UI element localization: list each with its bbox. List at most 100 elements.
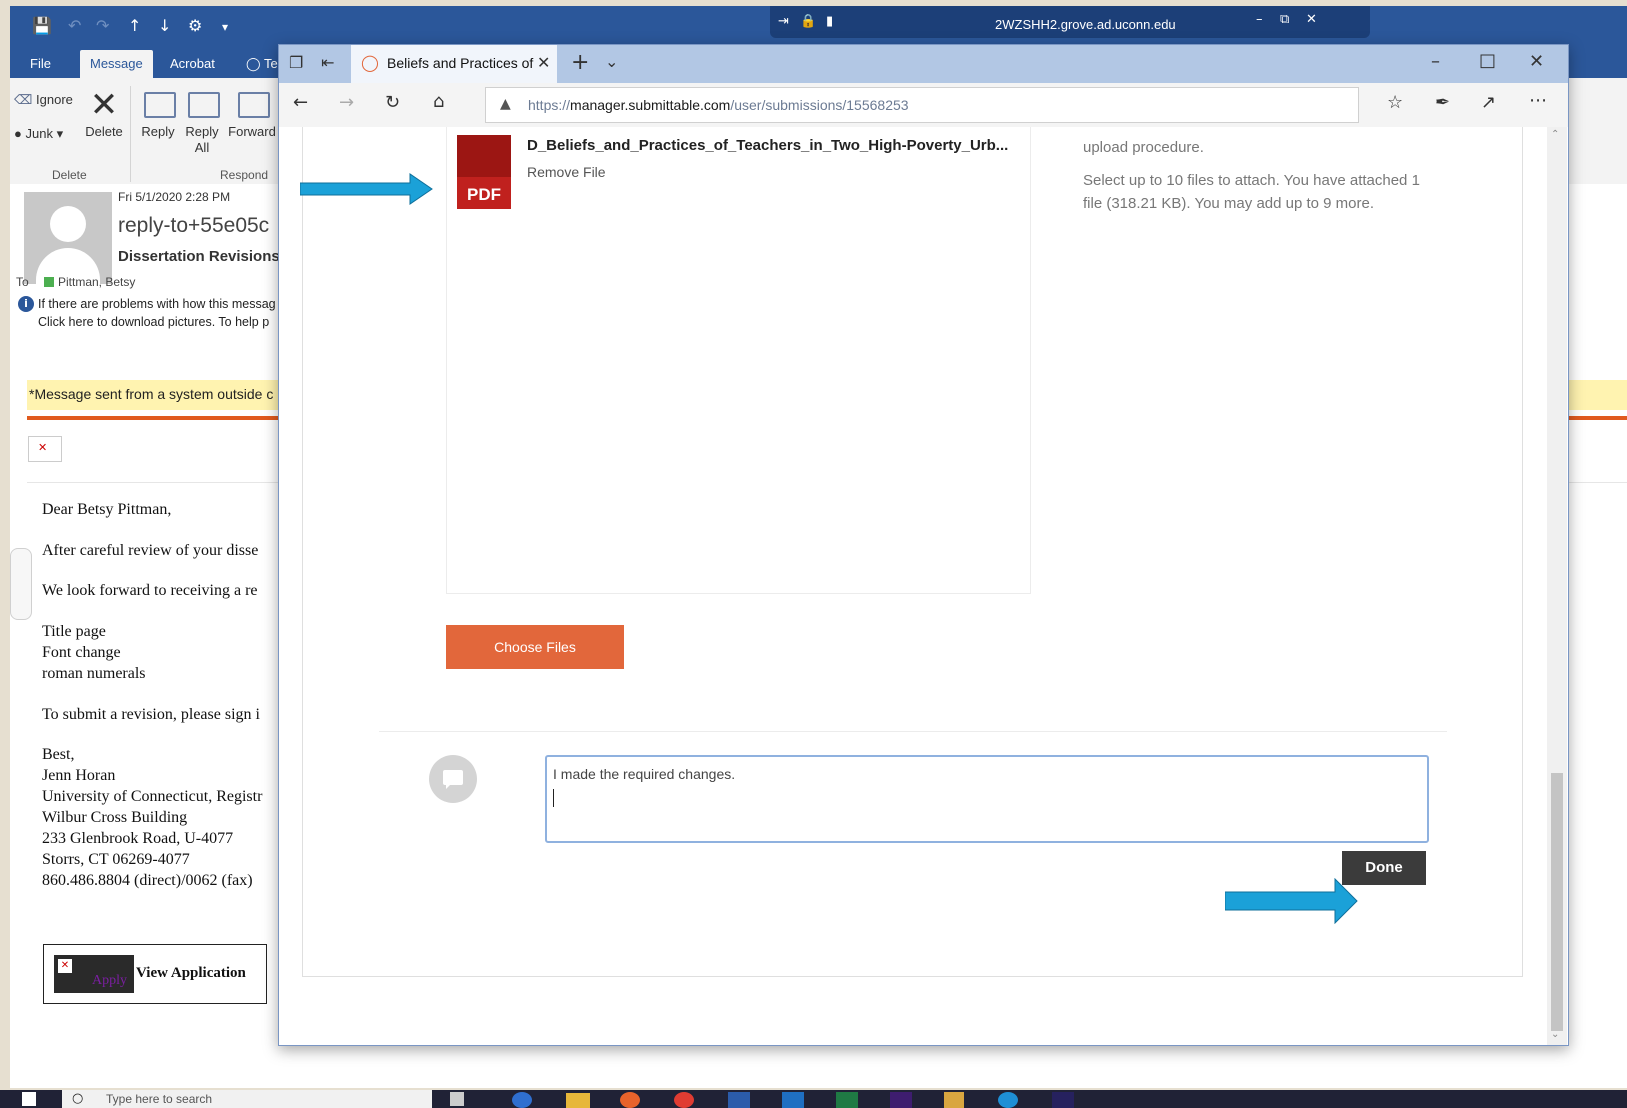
- reply-all-label: Reply: [185, 124, 219, 139]
- junk-icon: ●: [14, 126, 22, 141]
- info-bar-line-1[interactable]: If there are problems with how this mess…: [38, 297, 276, 311]
- file-explorer-icon[interactable]: [566, 1093, 590, 1108]
- lock-icon: 🔒: [800, 14, 817, 29]
- share-icon[interactable]: ↗: [1481, 92, 1496, 113]
- pane-splitter-handle[interactable]: [10, 548, 32, 620]
- people-icon[interactable]: ⚙: [188, 16, 202, 35]
- close-window-icon[interactable]: ✕: [1529, 51, 1544, 72]
- back-icon[interactable]: ←: [293, 92, 308, 113]
- uploaded-file-name: D_Beliefs_and_Practices_of_Teachers_in_T…: [527, 137, 1009, 154]
- premiere-rush-icon[interactable]: [1052, 1092, 1074, 1108]
- skype-icon[interactable]: [998, 1092, 1018, 1108]
- reply-all-label-2: All: [194, 140, 210, 155]
- scrollbar-thumb[interactable]: [1551, 773, 1563, 1031]
- customize-icon[interactable]: ▾: [222, 20, 228, 34]
- pen-icon[interactable]: ✒: [1435, 92, 1450, 113]
- tab-tell-me[interactable]: ◯ Te: [246, 56, 278, 72]
- text-cursor: [553, 789, 554, 807]
- page-content: PDF D_Beliefs_and_Practices_of_Teachers_…: [279, 127, 1568, 1045]
- redo-icon[interactable]: ↷: [96, 16, 109, 35]
- view-application-link[interactable]: ✕ Apply View Application: [43, 944, 267, 1004]
- windows-start-icon[interactable]: [22, 1092, 36, 1106]
- group-label-delete: Delete: [52, 168, 87, 182]
- chrome-icon[interactable]: [674, 1092, 694, 1108]
- url-path: /user/submissions/15568253: [730, 97, 909, 113]
- outlook-icon[interactable]: [782, 1092, 804, 1108]
- close-icon[interactable]: ✕: [1306, 12, 1317, 27]
- recipient-name[interactable]: Pittman, Betsy: [58, 275, 135, 289]
- address-bar[interactable]: ▲ https://manager.submittable.com/user/s…: [485, 87, 1359, 123]
- body-line: Font change: [42, 644, 121, 661]
- tab-actions-icon[interactable]: ❐: [289, 53, 303, 72]
- edge-icon[interactable]: [512, 1092, 532, 1108]
- ignore-icon: ⌫: [14, 92, 33, 107]
- tab-message[interactable]: Message: [80, 50, 153, 79]
- reply-all-button[interactable]: Reply All: [182, 86, 222, 156]
- taskbar-search[interactable]: ○ Type here to search: [62, 1090, 432, 1108]
- save-icon[interactable]: 💾: [32, 16, 52, 35]
- pin-icon[interactable]: ⇥: [778, 14, 789, 29]
- choose-files-button[interactable]: Choose Files: [446, 625, 624, 669]
- scroll-up-icon[interactable]: ⌃: [1551, 129, 1559, 140]
- ignore-button[interactable]: ⌫ Ignore: [14, 92, 73, 108]
- close-tab-icon[interactable]: ✕: [537, 53, 550, 72]
- banner-text: *Message sent from a system outside c: [29, 386, 274, 402]
- browser-tab[interactable]: ◯ Beliefs and Practices of ✕: [351, 45, 557, 83]
- info-icon: i: [18, 296, 34, 312]
- divider: [379, 731, 1447, 732]
- reply-button[interactable]: Reply: [138, 86, 178, 140]
- premiere-icon[interactable]: [890, 1092, 912, 1108]
- tab-title: Beliefs and Practices of: [387, 55, 534, 71]
- tab-file[interactable]: File: [30, 56, 51, 71]
- body-line: Title page: [42, 623, 106, 640]
- task-view-icon[interactable]: [450, 1092, 464, 1106]
- word-icon[interactable]: [728, 1092, 750, 1108]
- firefox-icon[interactable]: [620, 1092, 640, 1108]
- delete-button[interactable]: ✕ Delete: [84, 86, 124, 140]
- signal-icon: ▮: [826, 14, 834, 29]
- undo-icon[interactable]: ↶: [68, 16, 81, 35]
- more-icon[interactable]: ⋯: [1529, 90, 1547, 111]
- body-line: Wilbur Cross Building: [42, 809, 188, 826]
- scrollbar[interactable]: ⌃ ⌄: [1547, 127, 1567, 1045]
- junk-button[interactable]: ● Junk ▾: [14, 126, 63, 142]
- forward-button[interactable]: Forward: [226, 86, 278, 140]
- lightbulb-icon: ◯: [246, 56, 261, 71]
- search-icon: ○: [72, 1091, 84, 1106]
- home-icon[interactable]: ⌂: [433, 91, 444, 112]
- body-line: roman numerals: [42, 665, 146, 682]
- remove-file-link[interactable]: Remove File: [527, 164, 606, 180]
- browser-toolbar: ← → ↻ ⌂ ▲ https://manager.submittable.co…: [279, 83, 1568, 128]
- message-subject: Dissertation Revisions: [118, 248, 280, 265]
- group-label-respond: Respond: [220, 168, 269, 182]
- to-label: To: [16, 275, 29, 289]
- comment-icon: [429, 755, 477, 803]
- down-arrow-icon[interactable]: ↓: [158, 16, 171, 35]
- annotation-arrow-icon: [300, 173, 433, 205]
- body-line: Best,: [42, 746, 75, 763]
- scroll-down-icon[interactable]: ⌄: [1551, 1029, 1559, 1040]
- favorites-icon[interactable]: ☆: [1387, 92, 1403, 113]
- forward-icon[interactable]: →: [339, 92, 354, 113]
- up-arrow-icon[interactable]: ↑: [128, 16, 141, 35]
- comment-textarea[interactable]: I made the required changes.: [545, 755, 1429, 843]
- excel-icon[interactable]: [836, 1092, 858, 1108]
- comment-text: I made the required changes.: [553, 766, 736, 782]
- remote-host: 2WZSHH2.grove.ad.uconn.edu: [995, 17, 1176, 32]
- app-icon[interactable]: [944, 1092, 964, 1108]
- restore-icon[interactable]: ⧉: [1280, 12, 1289, 27]
- minimize-icon[interactable]: –: [1431, 51, 1440, 72]
- url-text[interactable]: https://manager.submittable.com/user/sub…: [528, 97, 909, 113]
- chevron-down-icon[interactable]: ⌄: [605, 52, 618, 71]
- info-bar-line-2[interactable]: Click here to download pictures. To help…: [38, 315, 269, 329]
- minimize-icon[interactable]: –: [1256, 12, 1263, 27]
- set-aside-tabs-icon[interactable]: ⇤: [321, 53, 334, 72]
- refresh-icon[interactable]: ↻: [385, 92, 400, 113]
- message-sender: reply-to+55e05c: [118, 214, 270, 237]
- maximize-icon[interactable]: □: [1479, 50, 1496, 71]
- browser-titlebar: ❐ ⇤ ◯ Beliefs and Practices of ✕ + ⌄ – □…: [279, 45, 1568, 83]
- body-line: Jenn Horan: [42, 767, 116, 784]
- body-line: University of Connecticut, Registr: [42, 788, 263, 805]
- tab-acrobat[interactable]: Acrobat: [170, 56, 215, 71]
- new-tab-icon[interactable]: +: [571, 50, 589, 75]
